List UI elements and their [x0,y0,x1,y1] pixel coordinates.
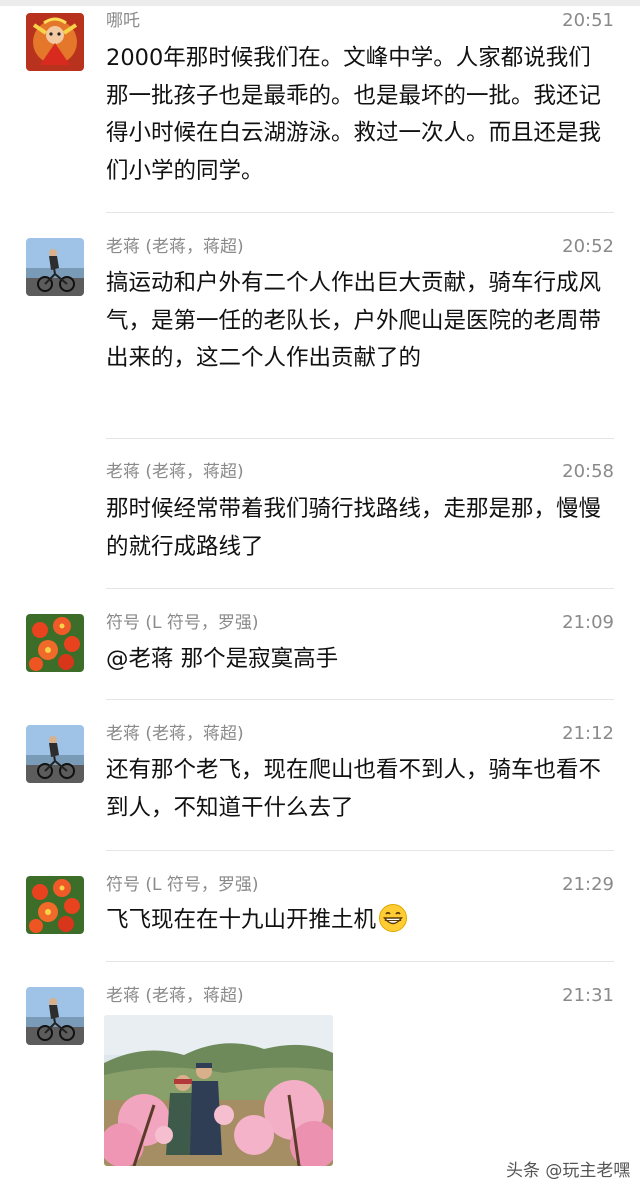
cyclist-avatar-icon[interactable] [26,238,84,296]
grinning-face-icon [379,904,408,932]
divider [106,212,614,213]
message-time: 21:31 [562,985,614,1006]
divider [106,699,614,700]
message-text[interactable]: 那时候经常带着我们骑行找路线，走那是那，慢慢的就行成路线了 [106,491,606,566]
message-text[interactable]: 飞飞现在在十九山开推土机 [106,902,606,940]
top-bar [0,0,640,6]
message-time: 21:12 [562,723,614,744]
sender-name[interactable]: 老蒋 (老蒋，蒋超) [106,236,244,258]
sender-name[interactable]: 老蒋 (老蒋，蒋超) [106,723,244,745]
message-time: 20:51 [562,10,614,31]
photo-image [104,1015,333,1166]
sender-name[interactable]: 老蒋 (老蒋，蒋超) [106,985,244,1007]
sender-name[interactable]: 符号 (L 符号，罗强) [106,874,259,896]
divider [106,438,614,439]
nezha-avatar-icon[interactable] [26,13,84,71]
sender-name[interactable]: 哪吒 [106,10,140,32]
cyclist-avatar-icon[interactable] [26,987,84,1045]
cyclist-avatar-icon[interactable] [26,725,84,783]
message-text[interactable]: 搞运动和户外有二个人作出巨大贡献，骑车行成风气，是第一任的老队长，户外爬山是医院… [106,265,606,378]
peach-blossom-photo[interactable] [104,1015,333,1166]
flower-avatar-icon[interactable] [26,614,84,672]
divider [106,850,614,851]
message-text[interactable]: 2000年那时候我们在。文峰中学。人家都说我们那一批孩子也是最乖的。也是最坏的一… [106,40,606,190]
divider [106,588,614,589]
message-text[interactable]: @老蒋 那个是寂寞高手 [106,641,606,679]
message-text[interactable]: 还有那个老飞，现在爬山也看不到人，骑车也看不到人，不知道干什么去了 [106,752,606,827]
sender-name[interactable]: 符号 (L 符号，罗强) [106,612,259,634]
message-time: 20:58 [562,461,614,482]
sender-name[interactable]: 老蒋 (老蒋，蒋超) [106,461,244,483]
divider [106,961,614,962]
message-time: 21:09 [562,612,614,633]
message-text-content: 飞飞现在在十九山开推土机 [106,907,377,933]
message-time: 20:52 [562,236,614,257]
watermark: 头条 @玩主老嘿 [506,1161,631,1181]
flower-avatar-icon[interactable] [26,876,84,934]
message-time: 21:29 [562,874,614,895]
